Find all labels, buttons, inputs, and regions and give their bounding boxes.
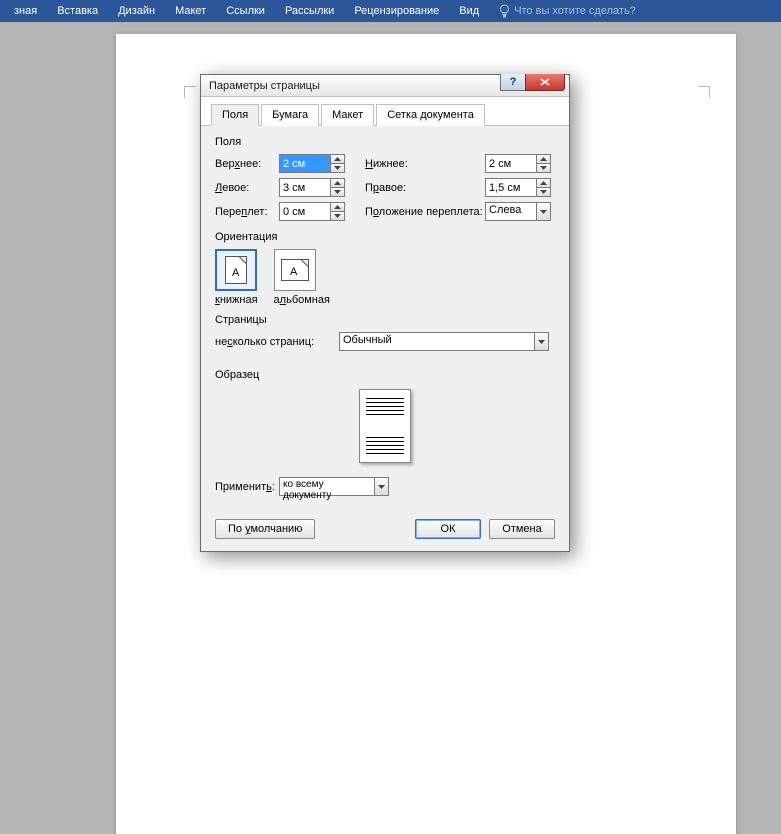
margin-top-input[interactable] [279, 154, 331, 173]
label-gutter: Переплет: [215, 206, 279, 218]
ribbon-tab-design[interactable]: Дизайн [108, 0, 165, 22]
orientation-portrait-label: книжная [215, 294, 258, 306]
spin-down-button[interactable] [331, 211, 345, 221]
chevron-down-icon [540, 210, 547, 214]
tab-layout[interactable]: Макет [321, 104, 374, 126]
page-setup-dialog: Параметры страницы ? Поля Бумага Макет С… [200, 74, 570, 552]
landscape-icon: A [281, 259, 309, 281]
orientation-landscape-label: альбомная [274, 294, 330, 306]
label-gutter-pos: Положение переплета: [365, 206, 485, 218]
spin-up-button[interactable] [331, 178, 345, 187]
multi-pages-value: Обычный [339, 332, 535, 351]
tell-me-search[interactable]: Что вы хотите сделать? [489, 4, 636, 18]
close-icon [540, 78, 550, 86]
label-left: Левое: [215, 182, 279, 194]
page-preview [359, 389, 411, 463]
label-bottom: Нижнее: [365, 158, 485, 170]
dialog-title: Параметры страницы [209, 80, 320, 92]
svg-text:A: A [290, 266, 298, 278]
label-right: Правое: [365, 182, 485, 194]
ribbon-tab-view[interactable]: Вид [449, 0, 489, 22]
label-apply-to: Применить: [215, 481, 279, 493]
svg-text:A: A [232, 267, 240, 279]
ribbon-tab-home[interactable]: зная [4, 0, 47, 22]
label-top: Верхнее: [215, 158, 279, 170]
ribbon-tab-references[interactable]: Ссылки [216, 0, 275, 22]
apply-to-value: ко всему документу [279, 477, 375, 496]
tab-margins[interactable]: Поля [211, 104, 259, 126]
group-margins-label: Поля [215, 136, 555, 148]
spin-down-button[interactable] [331, 163, 345, 173]
label-multi-pages: несколько страниц: [215, 336, 339, 348]
tab-paper[interactable]: Бумага [261, 104, 319, 126]
multi-pages-select[interactable]: Обычный [339, 332, 549, 351]
page-margin-corner [698, 86, 710, 98]
cancel-button[interactable]: Отмена [489, 519, 555, 539]
spin-down-button[interactable] [331, 187, 345, 197]
tell-me-text: Что вы хотите сделать? [514, 5, 636, 17]
chevron-down-icon [538, 340, 545, 344]
help-button[interactable]: ? [500, 74, 526, 91]
gutter-pos-value: Слева [485, 202, 537, 221]
ok-button[interactable]: ОК [415, 519, 481, 539]
gutter-input[interactable] [279, 202, 331, 221]
spin-down-button[interactable] [537, 187, 551, 197]
spin-up-button[interactable] [331, 202, 345, 211]
margin-left-input[interactable] [279, 178, 331, 197]
dropdown-button[interactable] [375, 477, 389, 496]
dropdown-button[interactable] [537, 202, 551, 221]
orientation-landscape[interactable]: A [274, 249, 316, 291]
margin-top-spinner[interactable] [279, 154, 345, 173]
margin-right-spinner[interactable] [485, 178, 551, 197]
chevron-down-icon [378, 485, 385, 489]
portrait-icon: A [225, 256, 247, 284]
group-sample-label: Образец [215, 369, 555, 381]
margin-bottom-spinner[interactable] [485, 154, 551, 173]
spin-up-button[interactable] [537, 178, 551, 187]
default-button[interactable]: По умолчанию [215, 519, 315, 539]
apply-to-select[interactable]: ко всему документу [279, 477, 389, 496]
lightbulb-icon [499, 4, 510, 18]
dialog-tabs: Поля Бумага Макет Сетка документа [201, 97, 569, 126]
orientation-portrait[interactable]: A [215, 249, 257, 291]
dropdown-button[interactable] [535, 332, 549, 351]
gutter-pos-select[interactable]: Слева [485, 202, 551, 221]
margin-right-input[interactable] [485, 178, 537, 197]
ribbon-tab-insert[interactable]: Вставка [47, 0, 108, 22]
ribbon-tab-layout[interactable]: Макет [165, 0, 216, 22]
dialog-titlebar[interactable]: Параметры страницы ? [201, 75, 569, 97]
close-button[interactable] [525, 74, 565, 91]
spin-up-button[interactable] [537, 154, 551, 163]
group-pages-label: Страницы [215, 314, 555, 326]
tab-grid[interactable]: Сетка документа [376, 104, 485, 126]
ribbon: зная Вставка Дизайн Макет Ссылки Рассылк… [0, 0, 781, 22]
ribbon-tab-mailings[interactable]: Рассылки [275, 0, 344, 22]
ribbon-tab-review[interactable]: Рецензирование [344, 0, 449, 22]
margin-left-spinner[interactable] [279, 178, 345, 197]
gutter-spinner[interactable] [279, 202, 345, 221]
page-margin-corner [184, 86, 196, 98]
group-orientation-label: Ориентация [215, 231, 555, 243]
margin-bottom-input[interactable] [485, 154, 537, 173]
spin-up-button[interactable] [331, 154, 345, 163]
spin-down-button[interactable] [537, 163, 551, 173]
